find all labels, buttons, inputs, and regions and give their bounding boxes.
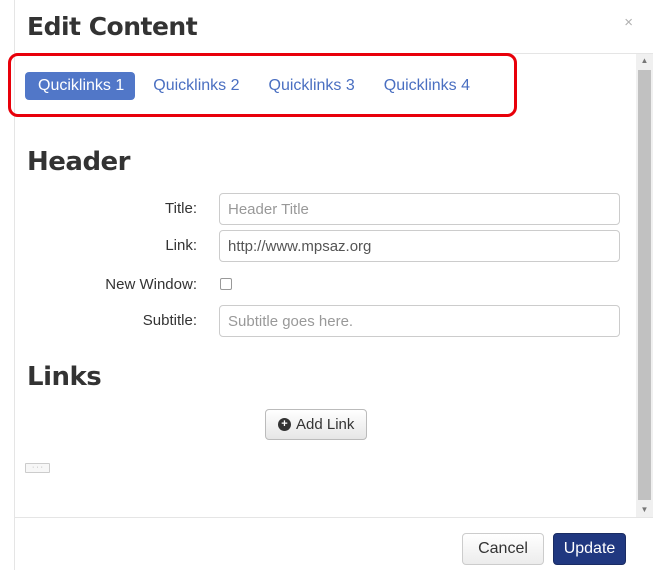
new-window-checkbox[interactable] [220,278,232,290]
link-input[interactable] [219,230,620,262]
cancel-button[interactable]: Cancel [462,533,544,565]
more-options-button[interactable]: · · · [25,463,50,473]
scroll-down-icon[interactable]: ▼ [636,503,653,517]
close-icon[interactable]: × [624,14,633,31]
link-label: Link: [165,237,197,254]
edit-content-modal: Edit Content × Quciklinks 1 Quicklinks 2… [8,0,653,570]
tab-quicklinks-2[interactable]: Quicklinks 2 [140,72,250,100]
title-row: Title: [15,193,625,225]
add-link-button[interactable]: + Add Link [265,409,368,440]
title-input[interactable] [219,193,620,225]
tab-bar: Quciklinks 1 Quicklinks 2 Quicklinks 3 Q… [25,72,486,100]
subtitle-row: Subtitle: [15,305,625,337]
plus-circle-icon: + [278,418,291,431]
add-link-label: Add Link [296,416,355,433]
tab-quicklinks-3[interactable]: Quicklinks 3 [256,72,366,100]
header-section-heading: Header [27,147,131,177]
scroll-up-icon[interactable]: ▲ [636,54,653,68]
tab-quicklinks-4[interactable]: Quicklinks 4 [371,72,481,100]
title-label: Title: [165,200,197,217]
scrollbar[interactable]: ▲ ▼ [636,54,653,517]
update-button[interactable]: Update [553,533,626,565]
new-window-row: New Window: [15,269,625,301]
footer-divider [15,517,653,518]
modal-title: Edit Content [27,12,198,41]
subtitle-input[interactable] [219,305,620,337]
link-row: Link: [15,230,625,262]
tab-quicklinks-1[interactable]: Quciklinks 1 [25,72,136,100]
links-section-heading: Links [27,362,102,392]
subtitle-label: Subtitle: [142,312,197,329]
scroll-thumb[interactable] [638,70,651,500]
new-window-label: New Window: [105,276,197,293]
